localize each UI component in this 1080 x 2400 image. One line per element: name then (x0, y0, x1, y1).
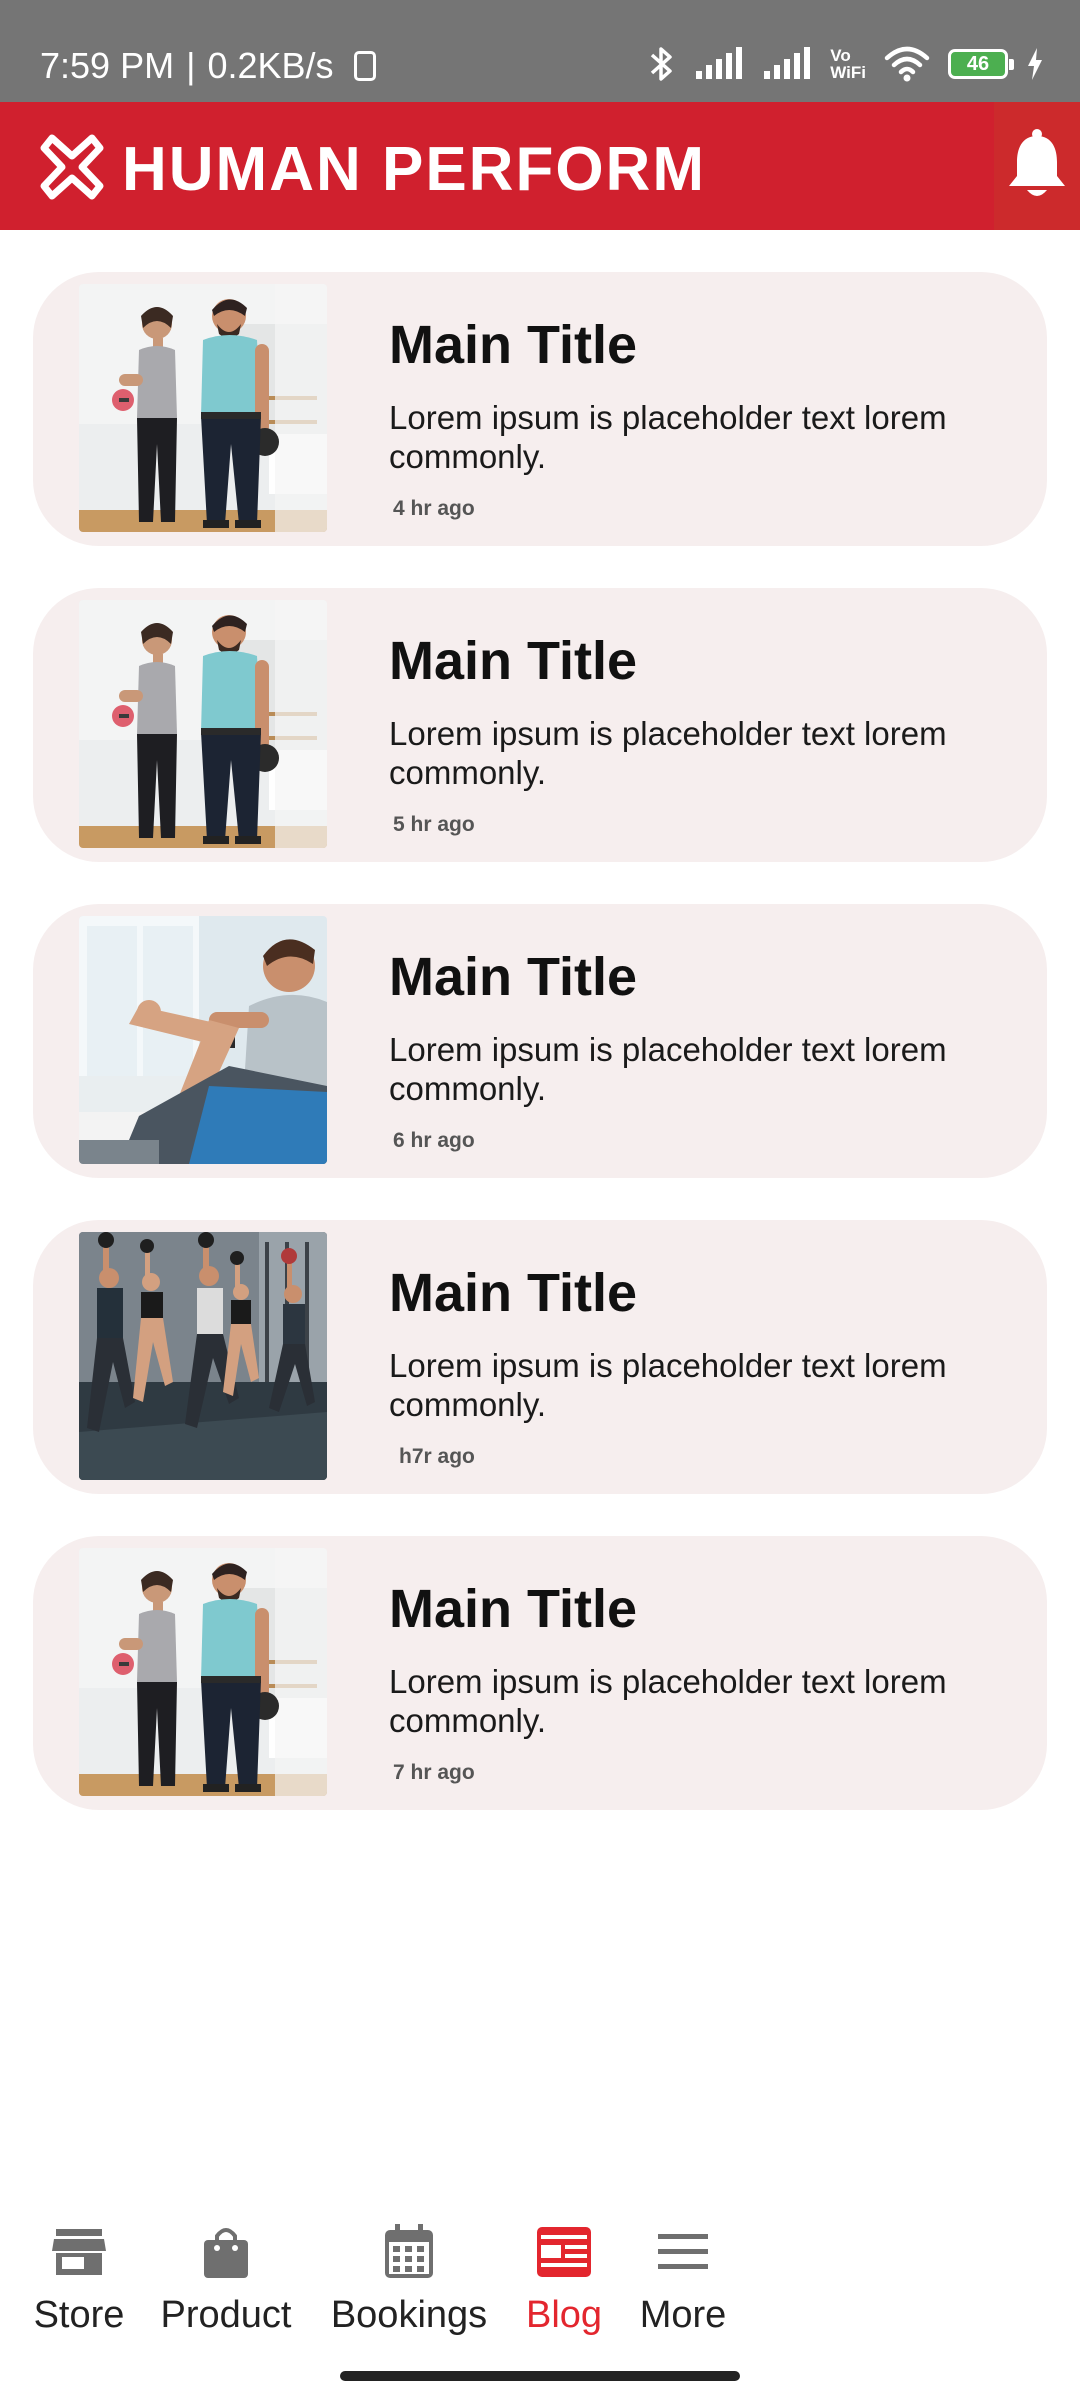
post-description: Lorem ipsum is placeholder text lorem co… (389, 399, 947, 475)
nav-label-product: Product (160, 2294, 292, 2336)
post-title: Main Title (389, 315, 638, 375)
post-thumbnail (79, 284, 327, 532)
blog-post-card[interactable]: Main Title Lorem ipsum is placeholder te… (33, 1536, 1047, 1810)
home-indicator[interactable] (340, 2371, 740, 2381)
signal-strength-icon-sim1 (694, 47, 744, 81)
battery-tip (1009, 59, 1014, 70)
nav-label-more: More (639, 2294, 727, 2336)
app-name: HUMAN PERFORM (122, 134, 706, 204)
post-timestamp: 5 hr ago (393, 813, 475, 836)
status-separator: | (186, 45, 196, 86)
post-thumbnail (79, 916, 327, 1164)
store-icon (49, 2222, 109, 2282)
notification-button[interactable] (994, 102, 1080, 230)
post-title: Main Title (389, 1579, 638, 1639)
bluetooth-icon (646, 45, 676, 83)
status-time: 7:59 PM (40, 45, 175, 86)
post-thumbnail (79, 1232, 327, 1480)
newspaper-icon (534, 2222, 594, 2282)
post-description: Lorem ipsum is placeholder text lorem co… (389, 715, 947, 791)
app-logo: HUMAN PERFORM (40, 132, 706, 207)
nav-item-more[interactable]: More (632, 2222, 734, 2338)
post-title: Main Title (389, 1263, 638, 1323)
blog-screen: 7:59 PM | 0.2KB/s Vo WiFi 46 HUMAN PERFO… (0, 0, 1080, 2400)
nav-label-bookings: Bookings (330, 2294, 488, 2336)
signal-strength-icon-sim2 (762, 47, 812, 81)
post-description: Lorem ipsum is placeholder text lorem co… (389, 1031, 947, 1107)
blog-post-card[interactable]: Main Title Lorem ipsum is placeholder te… (33, 588, 1047, 862)
menu-icon (653, 2222, 713, 2282)
post-title: Main Title (389, 631, 638, 691)
battery-level: 46 (966, 53, 990, 75)
post-thumbnail (79, 1548, 327, 1796)
status-left: 7:59 PM | 0.2KB/s (40, 44, 376, 88)
status-right: Vo WiFi 46 (646, 40, 1044, 88)
blog-post-card[interactable]: Main Title Lorem ipsum is placeholder te… (33, 904, 1047, 1178)
post-description: Lorem ipsum is placeholder text lorem co… (389, 1663, 947, 1739)
logo-cross-icon (40, 132, 104, 207)
vowifi-indicator: Vo WiFi (830, 47, 866, 81)
post-timestamp: 4 hr ago (393, 497, 475, 520)
wifi-icon (884, 46, 930, 82)
calendar-icon (379, 2222, 439, 2282)
nav-item-bookings[interactable]: Bookings (326, 2222, 492, 2338)
status-bar: 7:59 PM | 0.2KB/s Vo WiFi 46 (0, 0, 1080, 102)
notification-app-icon (353, 51, 376, 81)
vowifi-bottom: WiFi (830, 63, 866, 82)
network-speed: 0.2KB/s (207, 45, 334, 86)
app-header: HUMAN PERFORM (0, 102, 1080, 230)
bottom-navigation: Store Product Bookings Blog More (0, 2222, 1080, 2352)
nav-label-store: Store (33, 2294, 125, 2336)
blog-post-card[interactable]: Main Title Lorem ipsum is placeholder te… (33, 1220, 1047, 1494)
vowifi-top: Vo (830, 46, 851, 65)
nav-item-blog[interactable]: Blog (516, 2222, 612, 2338)
nav-label-blog: Blog (525, 2294, 603, 2336)
post-timestamp: h7r ago (399, 1445, 475, 1468)
nav-item-store[interactable]: Store (20, 2222, 138, 2338)
battery-icon: 46 (948, 49, 1014, 79)
post-thumbnail (79, 600, 327, 848)
post-description: Lorem ipsum is placeholder text lorem co… (389, 1347, 947, 1423)
charging-icon (1026, 47, 1044, 81)
nav-item-product[interactable]: Product (156, 2222, 296, 2338)
post-timestamp: 7 hr ago (393, 1761, 475, 1784)
shopping-bag-icon (196, 2222, 256, 2282)
bell-icon (1005, 128, 1069, 205)
post-timestamp: 6 hr ago (393, 1129, 475, 1152)
post-title: Main Title (389, 947, 638, 1007)
blog-post-card[interactable]: Main Title Lorem ipsum is placeholder te… (33, 272, 1047, 546)
